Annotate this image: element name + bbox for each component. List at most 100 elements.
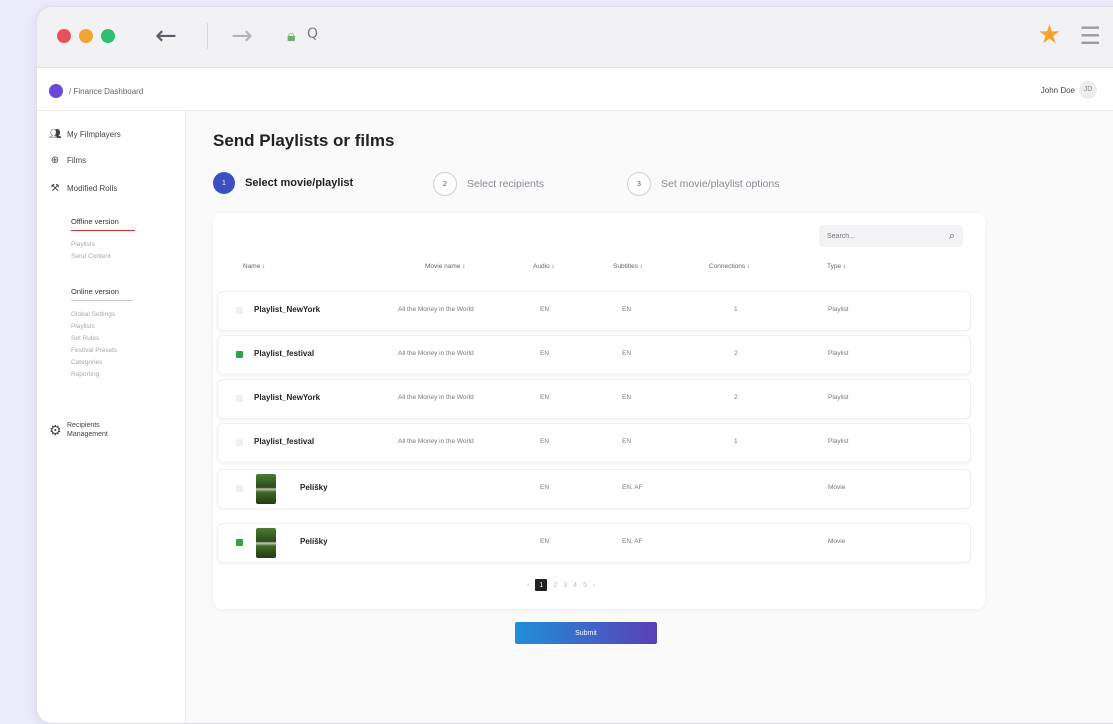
- table-row[interactable]: Playlist_NewYork All the Money in the Wo…: [217, 379, 971, 419]
- table-row[interactable]: Pelíšky EN EN, AF Movie: [217, 523, 971, 563]
- row-audio: EN: [540, 538, 550, 545]
- page-1-button[interactable]: 1: [535, 579, 548, 591]
- row-audio: EN: [540, 438, 550, 445]
- section-divider: [71, 300, 133, 301]
- column-header-subtitles[interactable]: Subtitles ↕: [613, 263, 643, 270]
- sidebar-item-modified-rolls[interactable]: ⚒ Modified Rolls: [49, 183, 118, 194]
- maximize-window-button[interactable]: [101, 29, 115, 43]
- sidebar-item-categories[interactable]: Categories: [71, 357, 117, 369]
- step-1[interactable]: 1 Select movie/playlist: [213, 172, 353, 194]
- step-1-label: Select movie/playlist: [245, 177, 354, 189]
- step-2[interactable]: 2 Select recipients: [433, 172, 544, 196]
- page-title: Send Playlists or films: [213, 131, 395, 150]
- page-2-button[interactable]: 2: [553, 582, 557, 589]
- column-header-type[interactable]: Type ↕: [827, 263, 846, 270]
- row-type: Playlist: [828, 306, 849, 313]
- step-3-label: Set movie/playlist options: [661, 178, 780, 190]
- step-1-number: 1: [213, 172, 235, 194]
- sidebar-item-films[interactable]: ⊕ Films: [49, 155, 86, 166]
- row-subtitles: EN: [622, 438, 632, 445]
- forward-arrow-icon[interactable]: →: [231, 21, 253, 51]
- row-movie-name: All the Money in the World: [398, 350, 474, 357]
- sidebar-item-offline-playlists[interactable]: Playlists: [71, 239, 111, 251]
- row-name: Playlist_NewYork: [254, 305, 321, 314]
- sidebar-item-reporting[interactable]: Reporting: [71, 369, 117, 381]
- row-connections: 2: [734, 394, 738, 401]
- row-checkbox[interactable]: [236, 485, 243, 492]
- row-checkbox[interactable]: [236, 307, 243, 314]
- avatar[interactable]: JD: [1079, 81, 1097, 99]
- column-header-movie-name[interactable]: Movie name ↕: [425, 263, 465, 270]
- row-audio: EN: [540, 484, 550, 491]
- sidebar-item-global-settings[interactable]: Global Settings: [71, 309, 117, 321]
- pagination-next[interactable]: ›: [593, 582, 595, 589]
- step-2-label: Select recipients: [467, 178, 545, 190]
- globe-icon: ⊕: [50, 155, 60, 166]
- row-audio: EN: [540, 394, 550, 401]
- online-version-heading[interactable]: Online version: [71, 287, 133, 301]
- sidebar-item-festival-presets[interactable]: Festival Presets: [71, 345, 117, 357]
- row-connections: 1: [734, 438, 738, 445]
- row-connections: 2: [734, 350, 738, 357]
- row-subtitles: EN: [622, 306, 632, 313]
- search-input[interactable]: [827, 229, 937, 243]
- breadcrumb[interactable]: / Finance Dashboard: [69, 87, 143, 96]
- row-type: Playlist: [828, 394, 849, 401]
- row-checkbox[interactable]: [236, 351, 243, 358]
- row-name: Pelíšky: [300, 537, 328, 546]
- users-icon: 👥︎: [49, 129, 62, 140]
- row-movie-name: All the Money in the World: [398, 306, 474, 313]
- page-4-button[interactable]: 4: [573, 582, 577, 589]
- back-arrow-icon[interactable]: ←: [155, 21, 177, 51]
- row-name: Pelíšky: [300, 483, 328, 492]
- tools-icon: ⚒: [50, 183, 60, 194]
- offline-submenu: Playlists Send Content: [71, 239, 111, 263]
- minimize-window-button[interactable]: [79, 29, 93, 43]
- column-header-connections[interactable]: Connections ↕: [709, 263, 750, 270]
- row-checkbox[interactable]: [236, 395, 243, 402]
- sidebar-item-recipients-management[interactable]: ⚙ Recipients Management: [49, 421, 108, 439]
- bookmark-star-icon[interactable]: ★: [1038, 20, 1061, 50]
- table-row[interactable]: Playlist_NewYork All the Money in the Wo…: [217, 291, 971, 331]
- step-3[interactable]: 3 Set movie/playlist options: [627, 172, 779, 196]
- submit-button[interactable]: Submit: [515, 622, 657, 644]
- page-5-button[interactable]: 5: [583, 582, 587, 589]
- sidebar: 👥︎ My Filmplayers ⊕ Films ⚒ Modified Rol…: [37, 111, 186, 723]
- close-window-button[interactable]: [57, 29, 71, 43]
- sidebar-item-my-filmplayers[interactable]: 👥︎ My Filmplayers: [49, 129, 121, 140]
- row-audio: EN: [540, 350, 550, 357]
- offline-version-heading[interactable]: Offline version: [71, 217, 135, 231]
- playlist-table-card: ⌕ Name ↕ Movie name ↕ Audio ↕ Subtitles …: [213, 213, 985, 609]
- pagination-prev[interactable]: ‹: [527, 582, 529, 589]
- column-header-audio[interactable]: Audio ↕: [533, 263, 555, 270]
- movie-poster-thumbnail: [256, 474, 276, 504]
- menu-icon[interactable]: ☰: [1079, 22, 1101, 50]
- address-bar[interactable]: Q: [307, 26, 318, 42]
- row-name: Playlist_festival: [254, 349, 315, 358]
- column-header-name[interactable]: Name ↕: [243, 263, 265, 270]
- page-3-button[interactable]: 3: [563, 582, 567, 589]
- search-icon[interactable]: ⌕: [949, 229, 955, 243]
- sidebar-item-online-playlists[interactable]: Playlists: [71, 321, 117, 333]
- table-row[interactable]: Pelíšky EN EN, AF Movie: [217, 469, 971, 509]
- row-checkbox[interactable]: [236, 539, 243, 546]
- app-header: / Finance Dashboard John Doe JD: [37, 68, 1113, 111]
- step-3-number: 3: [627, 172, 651, 196]
- row-name: Playlist_NewYork: [254, 393, 321, 402]
- browser-window: ← → 🔒︎ Q ★ ☰ / Finance Dashboard John Do…: [36, 6, 1113, 724]
- row-type: Playlist: [828, 438, 849, 445]
- sidebar-item-set-rules[interactable]: Set Rules: [71, 333, 117, 345]
- step-2-number: 2: [433, 172, 457, 196]
- row-type: Playlist: [828, 350, 849, 357]
- app-logo[interactable]: [49, 84, 63, 98]
- user-name[interactable]: John Doe: [1041, 86, 1075, 95]
- browser-toolbar: ← → 🔒︎ Q ★ ☰: [37, 7, 1113, 68]
- row-type: Movie: [828, 538, 846, 545]
- sidebar-item-send-content[interactable]: Send Content: [71, 251, 111, 263]
- table-row[interactable]: Playlist_festival All the Money in the W…: [217, 335, 971, 375]
- row-name: Playlist_festival: [254, 437, 315, 446]
- table-row[interactable]: Playlist_festival All the Money in the W…: [217, 423, 971, 463]
- row-checkbox[interactable]: [236, 439, 243, 446]
- online-submenu: Global Settings Playlists Set Rules Fest…: [71, 309, 117, 381]
- row-subtitles: EN, AF: [622, 538, 643, 545]
